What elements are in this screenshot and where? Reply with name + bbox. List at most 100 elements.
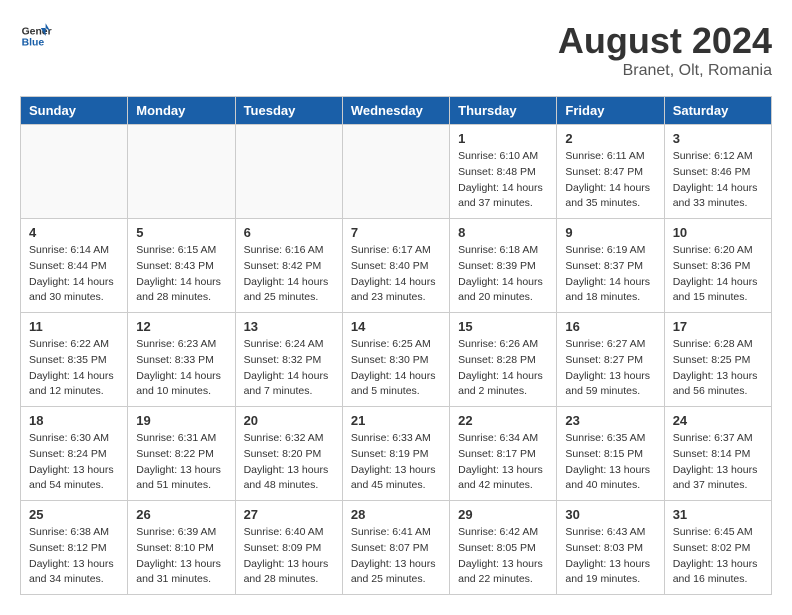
calendar-cell: 16 Sunrise: 6:27 AM Sunset: 8:27 PM Dayli… <box>557 313 664 407</box>
calendar-cell: 5 Sunrise: 6:15 AM Sunset: 8:43 PM Daylig… <box>128 219 235 313</box>
day-number: 20 <box>244 413 334 428</box>
calendar-cell: 17Sunrise: 6:28 AM Sunset: 8:25 PM Dayli… <box>664 313 771 407</box>
weekday-header-monday: Monday <box>128 97 235 125</box>
calendar-cell: 18Sunrise: 6:30 AM Sunset: 8:24 PM Dayli… <box>21 407 128 501</box>
day-number: 9 <box>565 225 655 240</box>
calendar-cell: 4 Sunrise: 6:14 AM Sunset: 8:44 PM Daylig… <box>21 219 128 313</box>
title-block: August 2024 Branet, Olt, Romania <box>558 20 772 80</box>
day-number: 15 <box>458 319 548 334</box>
day-number: 14 <box>351 319 441 334</box>
day-number: 21 <box>351 413 441 428</box>
page-header: General Blue August 2024 Branet, Olt, Ro… <box>20 20 772 80</box>
calendar-cell: 12 Sunrise: 6:23 AM Sunset: 8:33 PM Dayli… <box>128 313 235 407</box>
day-info: Sunrise: 6:12 AM Sunset: 8:46 PM Dayligh… <box>673 149 763 212</box>
day-number: 16 <box>565 319 655 334</box>
day-number: 29 <box>458 507 548 522</box>
weekday-header-saturday: Saturday <box>664 97 771 125</box>
month-year-title: August 2024 <box>558 20 772 62</box>
day-number: 7 <box>351 225 441 240</box>
day-number: 26 <box>136 507 226 522</box>
day-info: Sunrise: 6:28 AM Sunset: 8:25 PM Dayligh… <box>673 337 763 400</box>
location-subtitle: Branet, Olt, Romania <box>558 62 772 80</box>
calendar-cell: 10Sunrise: 6:20 AM Sunset: 8:36 PM Dayli… <box>664 219 771 313</box>
day-info: Sunrise: 6:33 AM Sunset: 8:19 PM Dayligh… <box>351 431 441 494</box>
calendar-cell: 9 Sunrise: 6:19 AM Sunset: 8:37 PM Daylig… <box>557 219 664 313</box>
day-info: Sunrise: 6:17 AM Sunset: 8:40 PM Dayligh… <box>351 243 441 306</box>
calendar-cell: 19 Sunrise: 6:31 AM Sunset: 8:22 PM Dayli… <box>128 407 235 501</box>
day-number: 24 <box>673 413 763 428</box>
calendar-cell: 2Sunrise: 6:11 AM Sunset: 8:47 PM Daylig… <box>557 125 664 219</box>
day-info: Sunrise: 6:39 AM Sunset: 8:10 PM Dayligh… <box>136 525 226 588</box>
svg-text:Blue: Blue <box>22 38 45 49</box>
week-row-2: 4 Sunrise: 6:14 AM Sunset: 8:44 PM Daylig… <box>21 219 772 313</box>
calendar-cell: 1 Sunrise: 6:10 AM Sunset: 8:48 PM Daylig… <box>450 125 557 219</box>
calendar-cell: 22 Sunrise: 6:34 AM Sunset: 8:17 PM Dayli… <box>450 407 557 501</box>
calendar-cell: 26 Sunrise: 6:39 AM Sunset: 8:10 PM Dayli… <box>128 501 235 595</box>
day-number: 19 <box>136 413 226 428</box>
day-number: 3 <box>673 131 763 146</box>
weekday-header-row: SundayMondayTuesdayWednesdayThursdayFrid… <box>21 97 772 125</box>
day-info: Sunrise: 6:14 AM Sunset: 8:44 PM Dayligh… <box>29 243 119 306</box>
day-number: 31 <box>673 507 763 522</box>
day-info: Sunrise: 6:23 AM Sunset: 8:33 PM Dayligh… <box>136 337 226 400</box>
day-info: Sunrise: 6:20 AM Sunset: 8:36 PM Dayligh… <box>673 243 763 306</box>
calendar-cell: 24Sunrise: 6:37 AM Sunset: 8:14 PM Dayli… <box>664 407 771 501</box>
day-number: 1 <box>458 131 548 146</box>
calendar-cell: 14 Sunrise: 6:25 AM Sunset: 8:30 PM Dayli… <box>342 313 449 407</box>
calendar-cell: 30 Sunrise: 6:43 AM Sunset: 8:03 PM Dayli… <box>557 501 664 595</box>
day-info: Sunrise: 6:15 AM Sunset: 8:43 PM Dayligh… <box>136 243 226 306</box>
day-info: Sunrise: 6:31 AM Sunset: 8:22 PM Dayligh… <box>136 431 226 494</box>
calendar-cell: 6 Sunrise: 6:16 AM Sunset: 8:42 PM Daylig… <box>235 219 342 313</box>
day-number: 6 <box>244 225 334 240</box>
day-info: Sunrise: 6:11 AM Sunset: 8:47 PM Dayligh… <box>565 149 655 212</box>
day-info: Sunrise: 6:43 AM Sunset: 8:03 PM Dayligh… <box>565 525 655 588</box>
day-number: 25 <box>29 507 119 522</box>
day-info: Sunrise: 6:25 AM Sunset: 8:30 PM Dayligh… <box>351 337 441 400</box>
weekday-header-tuesday: Tuesday <box>235 97 342 125</box>
calendar-cell: 29 Sunrise: 6:42 AM Sunset: 8:05 PM Dayli… <box>450 501 557 595</box>
week-row-4: 18Sunrise: 6:30 AM Sunset: 8:24 PM Dayli… <box>21 407 772 501</box>
day-number: 8 <box>458 225 548 240</box>
day-number: 30 <box>565 507 655 522</box>
weekday-header-wednesday: Wednesday <box>342 97 449 125</box>
logo: General Blue <box>20 20 52 52</box>
day-number: 12 <box>136 319 226 334</box>
day-info: Sunrise: 6:35 AM Sunset: 8:15 PM Dayligh… <box>565 431 655 494</box>
day-info: Sunrise: 6:41 AM Sunset: 8:07 PM Dayligh… <box>351 525 441 588</box>
calendar-cell: 11Sunrise: 6:22 AM Sunset: 8:35 PM Dayli… <box>21 313 128 407</box>
day-info: Sunrise: 6:10 AM Sunset: 8:48 PM Dayligh… <box>458 149 548 212</box>
day-info: Sunrise: 6:16 AM Sunset: 8:42 PM Dayligh… <box>244 243 334 306</box>
day-info: Sunrise: 6:19 AM Sunset: 8:37 PM Dayligh… <box>565 243 655 306</box>
day-number: 23 <box>565 413 655 428</box>
weekday-header-thursday: Thursday <box>450 97 557 125</box>
day-info: Sunrise: 6:40 AM Sunset: 8:09 PM Dayligh… <box>244 525 334 588</box>
day-number: 22 <box>458 413 548 428</box>
week-row-3: 11Sunrise: 6:22 AM Sunset: 8:35 PM Dayli… <box>21 313 772 407</box>
week-row-5: 25 Sunrise: 6:38 AM Sunset: 8:12 PM Dayli… <box>21 501 772 595</box>
calendar-cell: 21 Sunrise: 6:33 AM Sunset: 8:19 PM Dayli… <box>342 407 449 501</box>
weekday-header-friday: Friday <box>557 97 664 125</box>
day-info: Sunrise: 6:38 AM Sunset: 8:12 PM Dayligh… <box>29 525 119 588</box>
day-info: Sunrise: 6:34 AM Sunset: 8:17 PM Dayligh… <box>458 431 548 494</box>
day-info: Sunrise: 6:26 AM Sunset: 8:28 PM Dayligh… <box>458 337 548 400</box>
calendar-cell: 23 Sunrise: 6:35 AM Sunset: 8:15 PM Dayli… <box>557 407 664 501</box>
calendar-cell <box>128 125 235 219</box>
calendar-cell <box>235 125 342 219</box>
day-number: 28 <box>351 507 441 522</box>
day-number: 27 <box>244 507 334 522</box>
calendar-cell: 13Sunrise: 6:24 AM Sunset: 8:32 PM Dayli… <box>235 313 342 407</box>
day-info: Sunrise: 6:24 AM Sunset: 8:32 PM Dayligh… <box>244 337 334 400</box>
day-info: Sunrise: 6:27 AM Sunset: 8:27 PM Dayligh… <box>565 337 655 400</box>
day-info: Sunrise: 6:30 AM Sunset: 8:24 PM Dayligh… <box>29 431 119 494</box>
day-number: 11 <box>29 319 119 334</box>
calendar-cell: 3 Sunrise: 6:12 AM Sunset: 8:46 PM Daylig… <box>664 125 771 219</box>
calendar-cell <box>21 125 128 219</box>
day-info: Sunrise: 6:42 AM Sunset: 8:05 PM Dayligh… <box>458 525 548 588</box>
day-number: 5 <box>136 225 226 240</box>
calendar-cell: 15 Sunrise: 6:26 AM Sunset: 8:28 PM Dayli… <box>450 313 557 407</box>
calendar-cell: 25 Sunrise: 6:38 AM Sunset: 8:12 PM Dayli… <box>21 501 128 595</box>
week-row-1: 1 Sunrise: 6:10 AM Sunset: 8:48 PM Daylig… <box>21 125 772 219</box>
day-number: 4 <box>29 225 119 240</box>
day-info: Sunrise: 6:18 AM Sunset: 8:39 PM Dayligh… <box>458 243 548 306</box>
calendar-cell: 20Sunrise: 6:32 AM Sunset: 8:20 PM Dayli… <box>235 407 342 501</box>
